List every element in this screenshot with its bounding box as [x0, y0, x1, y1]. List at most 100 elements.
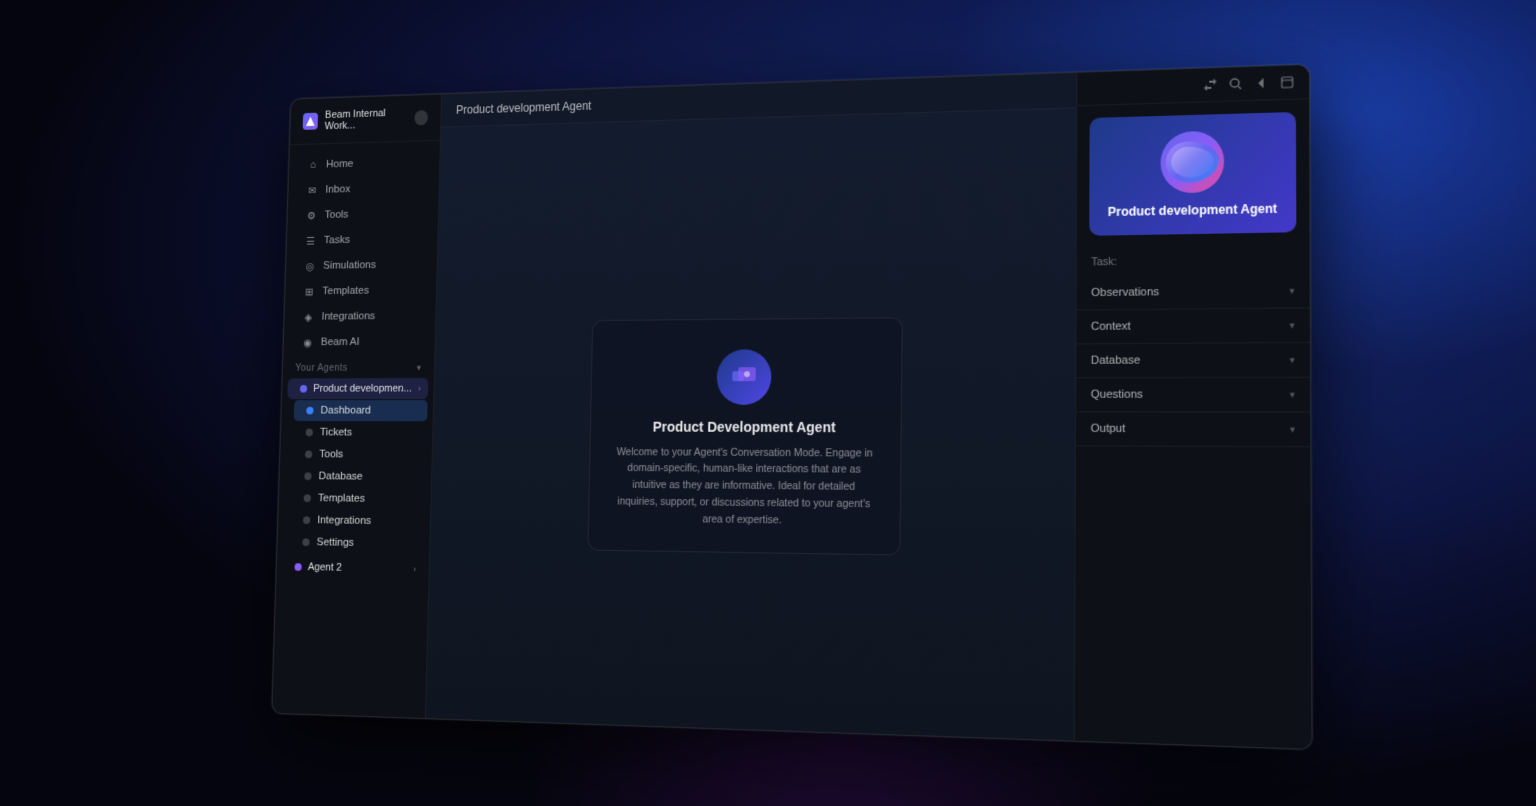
sub-nav-item-database[interactable]: Database	[292, 466, 426, 488]
beam-ai-icon: ◉	[301, 336, 314, 349]
blob-shape	[1165, 141, 1218, 183]
panel-section-database: Database ▾	[1076, 343, 1310, 378]
sidebar-item-home[interactable]: ⌂ Home	[294, 149, 434, 177]
section-chevron: ▾	[417, 363, 422, 374]
sub-nav-label: Integrations	[317, 515, 371, 527]
back-icon[interactable]	[1253, 75, 1270, 92]
panel-section-questions: Questions ▾	[1076, 378, 1310, 413]
agents-section-label: Your Agents ▾	[283, 355, 435, 378]
sub-nav-item-tools[interactable]: Tools	[292, 444, 426, 466]
agent-name-2: Agent 2	[308, 561, 342, 573]
sub-nav-label: Tickets	[320, 427, 352, 439]
observations-label: Observations	[1091, 286, 1159, 299]
sub-nav-label: Templates	[318, 493, 365, 505]
panel-section-output: Output ▾	[1076, 412, 1310, 447]
sidebar-nav: ⌂ Home ✉ Inbox ⚙ Tools ☰ Tasks ◎ Simul	[272, 141, 440, 718]
sidebar-item-tasks[interactable]: ☰ Tasks	[292, 226, 432, 253]
task-label: Task:	[1077, 245, 1310, 273]
agent-dot-2	[294, 563, 301, 571]
sub-nav-item-integrations[interactable]: Integrations	[290, 509, 424, 532]
sidebar-header: Beam Internal Work...	[290, 95, 441, 146]
sidebar-toggle[interactable]	[414, 110, 428, 125]
agent-item-product-dev[interactable]: Product developmen... ›	[287, 378, 428, 399]
sub-nav-product-dev: Dashboard Tickets Tools Database	[284, 400, 433, 555]
questions-chevron: ▾	[1290, 389, 1295, 401]
tools-icon: ⚙	[305, 209, 318, 222]
output-header[interactable]: Output ▾	[1076, 412, 1310, 446]
search-icon[interactable]	[1227, 76, 1244, 93]
sidebar-item-templates[interactable]: ⊞ Templates	[290, 278, 431, 304]
sub-nav-item-settings[interactable]: Settings	[290, 531, 425, 554]
agent-2-chevron: ›	[413, 564, 416, 574]
app-window: Beam Internal Work... ⌂ Home ✉ Inbox ⚙ T…	[271, 64, 1312, 750]
profile-name: Product development Agent	[1106, 201, 1279, 219]
database-label: Database	[1091, 354, 1140, 367]
right-panel-sections: Observations ▾ Context ▾ Database ▾	[1075, 270, 1312, 749]
settings-dot	[302, 538, 309, 546]
agent-expand-chevron: ›	[418, 384, 421, 394]
observations-chevron: ▾	[1289, 285, 1294, 297]
sub-nav-item-dashboard[interactable]: Dashboard	[294, 400, 428, 421]
agent-card-desc: Welcome to your Agent's Conversation Mod…	[612, 444, 877, 530]
sidebar-item-label: Tasks	[324, 234, 350, 246]
inbox-icon: ✉	[306, 183, 319, 196]
sidebar-item-label: Integrations	[321, 311, 375, 323]
agent-item-2[interactable]: Agent 2 ›	[282, 556, 424, 580]
agent-dot-product	[300, 385, 307, 393]
sidebar-item-simulations[interactable]: ◎ Simulations	[291, 252, 432, 279]
agent-avatar	[716, 349, 771, 405]
agent-card-title: Product Development Agent	[613, 418, 876, 435]
integrations-icon: ◈	[302, 310, 315, 323]
right-panel: Product development Agent Task: Observat…	[1074, 65, 1312, 749]
sidebar-item-label: Beam AI	[321, 336, 360, 348]
sidebar-item-label: Inbox	[325, 184, 350, 196]
database-dot	[304, 472, 311, 480]
home-icon: ⌂	[307, 158, 320, 171]
sidebar-item-beam-ai[interactable]: ◉ Beam AI	[289, 329, 430, 355]
agent-card: Product Development Agent Welcome to you…	[587, 317, 902, 556]
toolbar	[1077, 65, 1309, 106]
sidebar-item-label: Simulations	[323, 259, 376, 271]
panel-section-context: Context ▾	[1076, 308, 1309, 344]
database-header[interactable]: Database ▾	[1076, 343, 1310, 377]
agent-name: Product developmen...	[313, 383, 412, 395]
sub-nav-label: Tools	[319, 449, 343, 461]
sidebar-item-tools[interactable]: ⚙ Tools	[293, 201, 433, 228]
templates-dot	[304, 494, 311, 502]
main-body: Product Development Agent Welcome to you…	[426, 108, 1076, 740]
sidebar-item-label: Home	[326, 158, 353, 170]
brand-icon	[303, 113, 318, 130]
main-content: Product development Agent Product Develo…	[426, 73, 1077, 741]
output-chevron: ▾	[1290, 424, 1295, 436]
integrations-dot	[303, 516, 310, 524]
sidebar-item-inbox[interactable]: ✉ Inbox	[293, 175, 433, 203]
sub-nav-label: Settings	[316, 537, 354, 549]
dashboard-dot	[306, 407, 313, 415]
sidebar-item-integrations[interactable]: ◈ Integrations	[289, 303, 430, 329]
sub-nav-label: Database	[318, 471, 362, 483]
simulations-icon: ◎	[304, 259, 317, 272]
sub-nav-label: Dashboard	[320, 405, 371, 416]
sidebar-item-label: Tools	[324, 209, 348, 221]
share-icon[interactable]	[1202, 76, 1219, 93]
observations-header[interactable]: Observations ▾	[1076, 274, 1309, 310]
questions-header[interactable]: Questions ▾	[1076, 378, 1310, 412]
questions-label: Questions	[1091, 388, 1143, 400]
laptop-container: Beam Internal Work... ⌂ Home ✉ Inbox ⚙ T…	[271, 64, 1312, 750]
sidebar: Beam Internal Work... ⌂ Home ✉ Inbox ⚙ T…	[272, 95, 442, 719]
context-header[interactable]: Context ▾	[1076, 308, 1309, 343]
tickets-dot	[306, 429, 313, 437]
sub-nav-item-templates[interactable]: Templates	[291, 488, 425, 511]
panel-section-observations: Observations ▾	[1076, 274, 1309, 311]
agent-profile-card: Product development Agent	[1089, 112, 1296, 236]
expand-icon[interactable]	[1279, 74, 1296, 91]
templates-icon: ⊞	[303, 285, 316, 298]
output-label: Output	[1091, 423, 1126, 436]
database-chevron: ▾	[1290, 354, 1295, 366]
context-chevron: ▾	[1290, 319, 1295, 331]
profile-avatar	[1160, 130, 1224, 193]
sub-nav-item-tickets[interactable]: Tickets	[293, 422, 427, 443]
tools-dot	[305, 451, 312, 459]
brand-name: Beam Internal Work...	[325, 107, 415, 132]
tasks-icon: ☰	[304, 234, 317, 247]
